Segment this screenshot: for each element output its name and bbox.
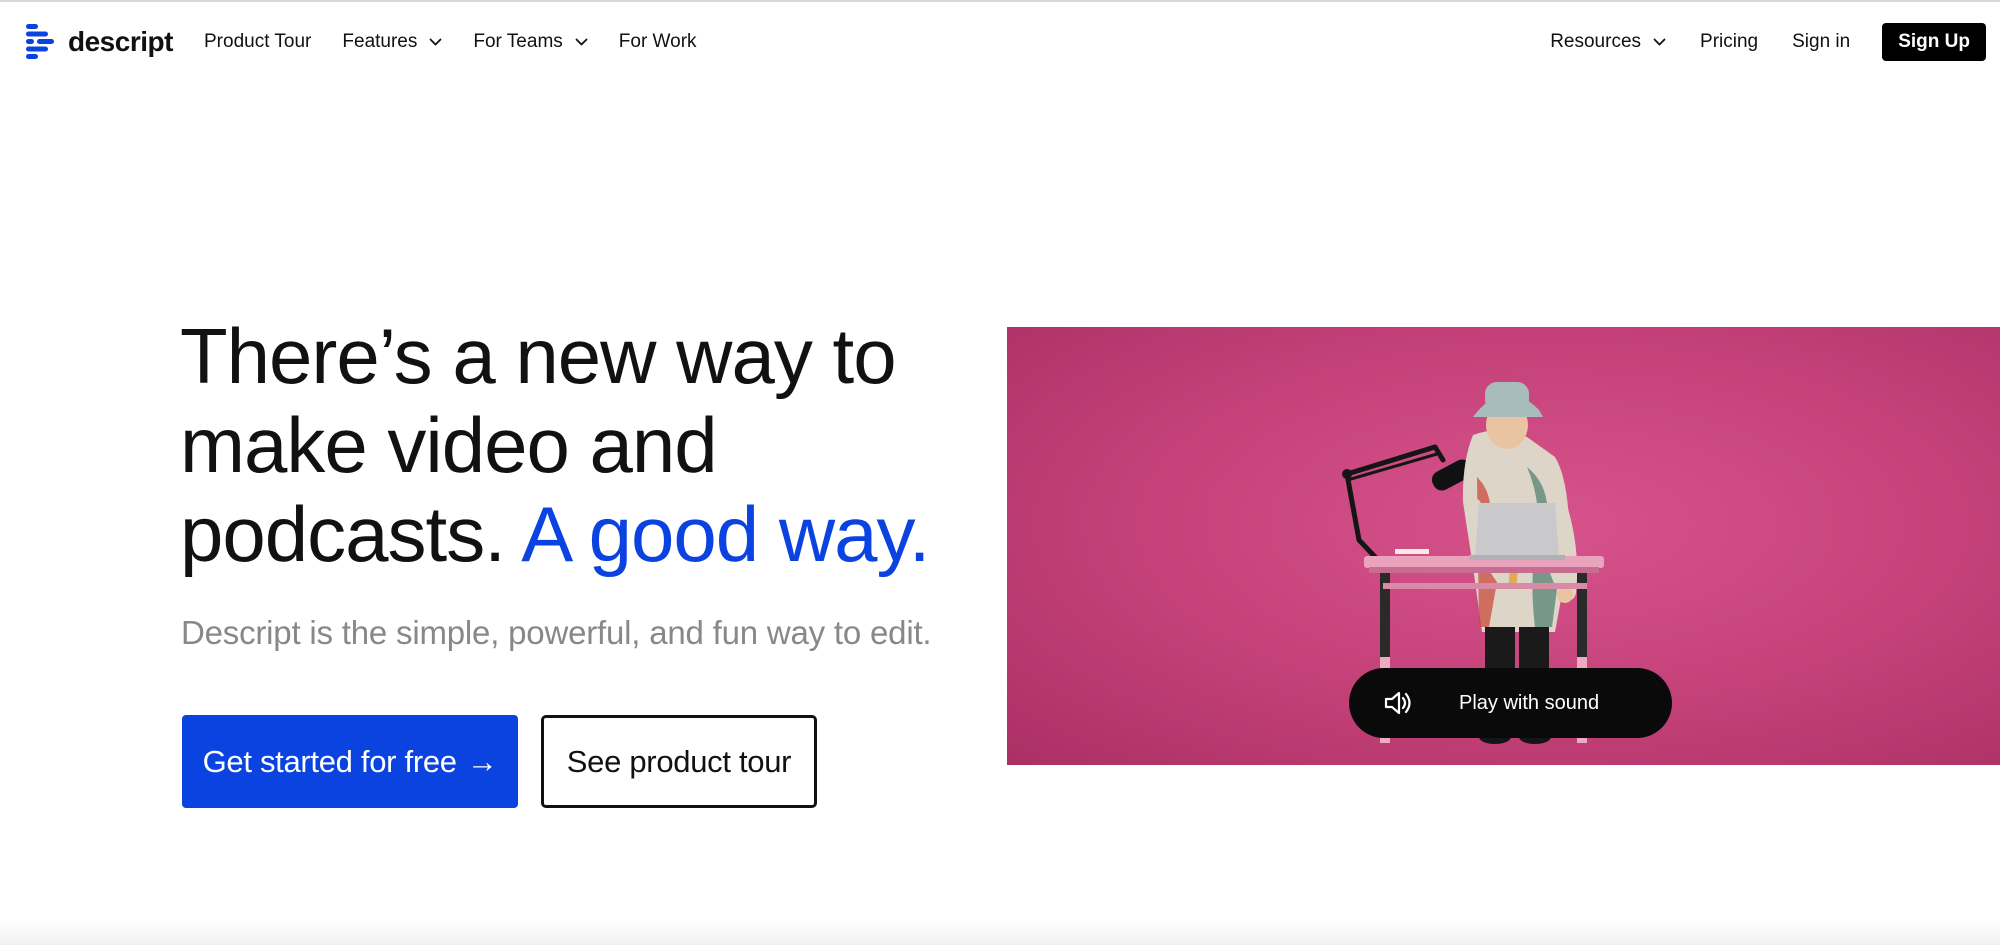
nav-for-work[interactable]: For Work <box>619 31 697 53</box>
see-product-tour-button[interactable]: See product tour <box>541 715 817 808</box>
hero-subhead: Descript is the simple, powerful, and fu… <box>181 614 932 651</box>
hero-headline: There’s a new way to make video and podc… <box>180 312 960 579</box>
get-started-button[interactable]: Get started for free → <box>182 715 518 808</box>
sign-up-button[interactable]: Sign Up <box>1882 23 1986 61</box>
nav-sign-in[interactable]: Sign in <box>1792 31 1850 53</box>
hero-video[interactable]: Play with sound <box>1007 327 2000 765</box>
play-with-sound-label: Play with sound <box>1459 692 1600 714</box>
nav-primary: Product Tour Features For Teams For Work <box>204 2 728 82</box>
nav-product-tour[interactable]: Product Tour <box>204 31 311 53</box>
get-started-label: Get started for free <box>202 743 457 779</box>
nav-product-tour-label: Product Tour <box>204 31 312 52</box>
speaker-icon <box>1384 691 1411 715</box>
hero-headline-accent: A good way. <box>521 490 930 578</box>
chevron-down-icon <box>429 38 442 45</box>
nav-secondary: Resources Pricing Sign in Sign Up <box>1516 2 1986 82</box>
descript-logo-icon <box>26 24 54 59</box>
play-with-sound-button[interactable]: Play with sound <box>1349 668 1672 738</box>
chevron-down-icon <box>1653 38 1666 45</box>
next-section-edge <box>0 920 2000 945</box>
nav-resources-label: Resources <box>1550 31 1642 52</box>
see-product-tour-label: See product tour <box>566 743 792 779</box>
logo-wordmark: descript <box>68 26 173 57</box>
nav-pricing[interactable]: Pricing <box>1700 31 1758 53</box>
nav-for-teams-label: For Teams <box>473 31 563 52</box>
nav-for-work-label: For Work <box>618 31 697 52</box>
nav-features-label: Features <box>342 31 418 52</box>
nav-sign-in-label: Sign in <box>1792 31 1851 52</box>
nav-for-teams[interactable]: For Teams <box>473 31 588 53</box>
sign-up-label: Sign Up <box>1898 31 1970 52</box>
chevron-down-icon <box>575 38 588 45</box>
arrow-right-icon: → <box>466 743 498 779</box>
descript-logo[interactable]: descript <box>26 24 173 60</box>
nav-resources[interactable]: Resources <box>1550 31 1666 53</box>
top-nav: descript Product Tour Features For Teams… <box>0 2 2000 82</box>
nav-features[interactable]: Features <box>342 31 442 53</box>
nav-pricing-label: Pricing <box>1700 31 1759 52</box>
